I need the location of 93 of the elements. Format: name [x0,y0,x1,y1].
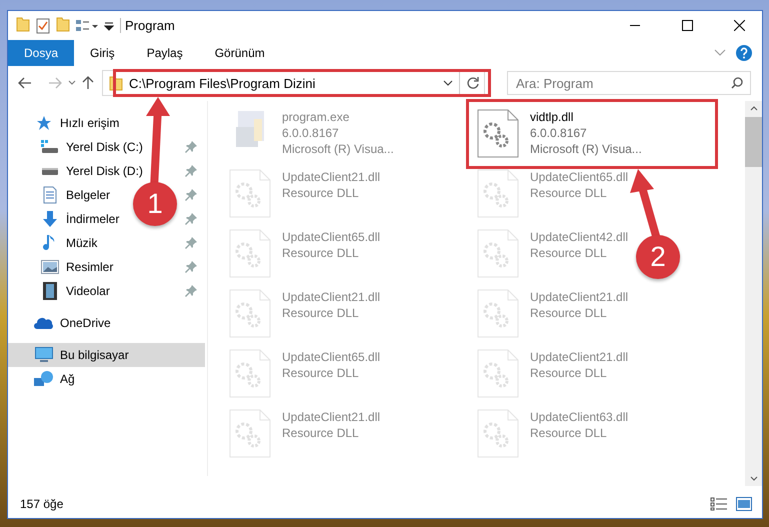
file-detail: Microsoft (R) Visua... [530,141,642,157]
file-detail: 6.0.0.8167 [282,125,340,141]
sidebar-item[interactable]: OneDrive [60,316,205,330]
file-detail: Resource DLL [282,245,360,261]
file-name: UpdateClient21.dll [282,409,380,425]
sidebar-item[interactable]: Ağ [60,372,205,386]
file-name: UpdateClient21.dll [282,289,380,305]
chevron-down-icon[interactable] [750,476,758,482]
film-icon [43,282,57,300]
help-icon[interactable] [736,45,752,61]
file-name: program.exe [282,109,350,125]
file-detail: Resource DLL [282,305,360,321]
file-item[interactable]: vidtlp.dll 6.0.0.8167 Microsoft (R) Visua... [472,107,646,161]
sidebar-item[interactable]: Videolar [66,284,179,298]
file-item[interactable]: UpdateClient65.dll Resource DLL [224,227,384,281]
file-detail: 6.0.0.8167 [530,125,588,141]
drive-icon [41,140,59,154]
document-icon [43,186,57,204]
pin-icon[interactable] [185,213,197,225]
file-name: UpdateClient21.dll [530,349,628,365]
file-detail: Resource DLL [530,185,608,201]
window-title: Program [120,18,606,33]
music-note-icon [43,234,57,252]
ribbon-tab[interactable]: Dosya [8,40,74,66]
maximize-icon [682,20,692,31]
file-name: UpdateClient21.dll [530,289,628,305]
pin-icon[interactable] [185,237,197,249]
ribbon-tab[interactable]: Görünüm [198,40,281,66]
file-detail: Resource DLL [530,245,608,261]
refresh-icon[interactable] [466,76,480,90]
pin-icon[interactable] [185,165,197,177]
file-detail: Microsoft (R) Visua... [282,141,394,157]
step-badge: 2 [636,235,680,279]
file-name: UpdateClient21.dll [282,169,380,185]
file-name: UpdateClient65.dll [530,169,628,185]
sidebar-item[interactable]: Hızlı erişim [60,116,205,130]
close-icon [734,20,744,31]
sidebar-item[interactable]: Bu bilgisayar [8,343,205,367]
file-detail: Resource DLL [282,365,360,381]
details-view-icon[interactable] [710,497,728,511]
scrollbar-thumb[interactable] [745,117,762,167]
up-arrow-icon[interactable] [82,76,94,90]
chevron-up-icon[interactable] [750,105,758,111]
file-detail: Resource DLL [282,185,360,201]
pin-icon[interactable] [185,189,197,201]
sidebar-item[interactable]: Yerel Disk (D:) [66,164,179,178]
search-field[interactable]: Ara: Program [507,71,751,95]
file-item[interactable]: UpdateClient65.dll Resource DLL [472,167,632,221]
network-icon [34,371,54,387]
file-item[interactable]: UpdateClient21.dll Resource DLL [472,347,632,401]
picture-icon [41,260,59,274]
file-detail: Resource DLL [530,425,608,441]
pin-icon[interactable] [185,261,197,273]
properties-icon[interactable] [76,18,98,32]
file-name: vidtlp.dll [530,109,574,125]
checklist-icon[interactable] [36,18,50,34]
file-item[interactable]: UpdateClient65.dll Resource DLL [224,347,384,401]
file-name: UpdateClient65.dll [282,349,380,365]
file-item[interactable]: UpdateClient63.dll Resource DLL [472,407,632,461]
file-detail: Resource DLL [530,365,608,381]
cloud-icon [34,317,54,329]
step-badge: 1 [133,182,177,226]
pin-icon[interactable] [185,141,197,153]
file-item[interactable]: program.exe 6.0.0.8167 Microsoft (R) Visua... [224,107,398,159]
star-icon [36,115,52,131]
scrollbar[interactable] [745,101,762,486]
large-icons-view-icon[interactable] [736,497,752,511]
file-item[interactable]: UpdateClient21.dll Resource DLL [224,167,384,221]
file-detail: Resource DLL [530,305,608,321]
sidebar-item[interactable]: Yerel Disk (C:) [66,140,179,154]
item-count: 157 öğe [20,497,64,511]
drive-icon [41,166,59,176]
file-name: UpdateClient42.dll [530,229,628,245]
sidebar-item[interactable]: Resimler [66,260,179,274]
file-name: UpdateClient63.dll [530,409,628,425]
down-arrow-icon [42,210,58,228]
address-bar[interactable]: C:\Program Files\Program Dizini [102,70,485,96]
pin-icon[interactable] [185,285,197,297]
ribbon-tab[interactable]: Paylaş [130,40,199,66]
dropdown-icon[interactable] [104,20,114,30]
file-name: UpdateClient65.dll [282,229,380,245]
back-arrow-icon[interactable] [18,77,32,89]
ribbon-tab[interactable]: Giriş [74,40,131,66]
monitor-icon [35,347,53,363]
minimize-icon [630,24,640,26]
address-path: C:\Program Files\Program Dizini [129,76,316,90]
file-item[interactable]: UpdateClient21.dll Resource DLL [224,287,384,341]
sidebar-item[interactable]: Müzik [66,236,179,250]
file-detail: Resource DLL [282,425,360,441]
file-item[interactable]: UpdateClient42.dll Resource DLL [472,227,632,281]
chevron-down-icon[interactable] [443,80,453,86]
file-item[interactable]: UpdateClient21.dll Resource DLL [472,287,632,341]
file-item[interactable]: UpdateClient21.dll Resource DLL [224,407,384,461]
